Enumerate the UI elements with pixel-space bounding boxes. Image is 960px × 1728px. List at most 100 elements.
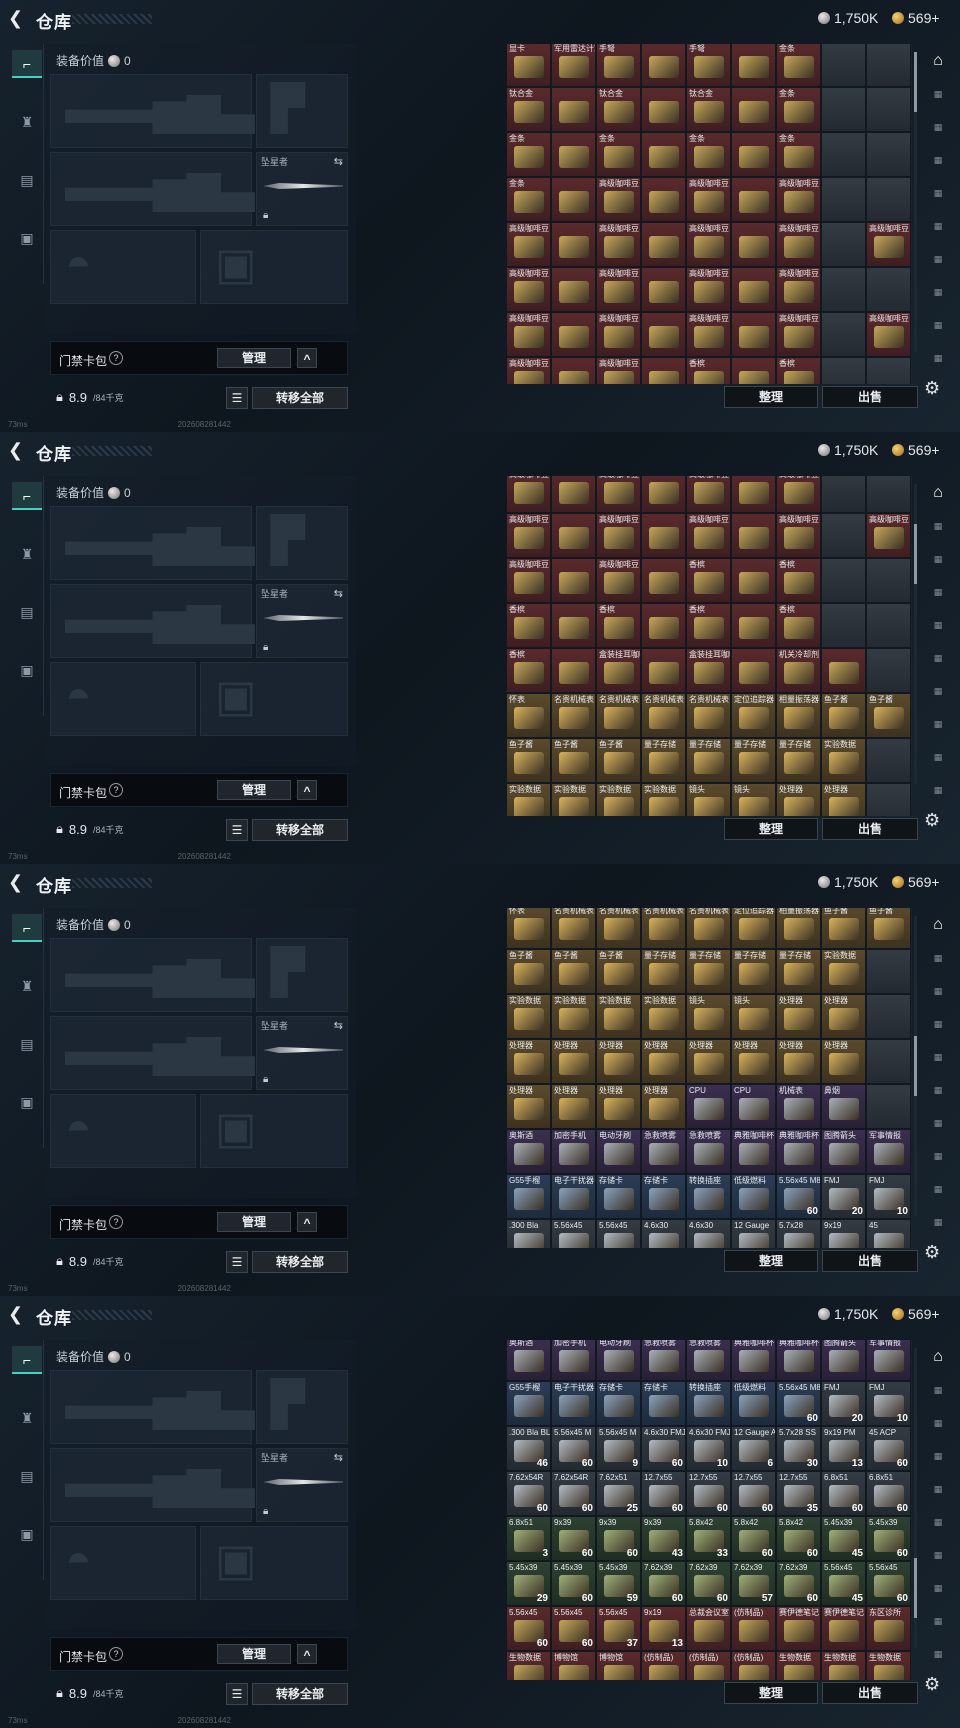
inventory-cell[interactable]: 鱼子酱 xyxy=(506,738,551,783)
weapon-icon[interactable]: ⌐ xyxy=(12,482,42,510)
inventory-cell[interactable]: 香槟 xyxy=(686,603,731,648)
inventory-cell[interactable] xyxy=(731,357,776,384)
inventory-cell[interactable]: 名贵机械表 xyxy=(551,908,596,949)
inventory-cell[interactable] xyxy=(551,603,596,648)
transfer-all-button[interactable]: 转移全部 xyxy=(252,1251,348,1273)
inventory-cell[interactable]: .300 Bla BLK 46 xyxy=(506,1426,551,1471)
melee-slot[interactable]: 坠星者 🔒︎ ⇆ xyxy=(256,152,348,226)
inventory-cell[interactable]: 45 ACP 60 xyxy=(866,1426,911,1471)
inventory-cell[interactable]: 高级咖啡豆 xyxy=(506,312,551,357)
inventory-cell[interactable] xyxy=(866,476,911,513)
collapse-button[interactable]: ^ xyxy=(297,348,317,368)
category-icon[interactable]: ▦ xyxy=(924,1176,952,1202)
clipboard-icon[interactable]: ▤ xyxy=(12,1030,42,1058)
briefcase-icon[interactable]: ▣ xyxy=(12,656,42,684)
inventory-cell[interactable]: 图腾箭头 xyxy=(821,1340,866,1381)
inventory-cell[interactable]: 存储卡 xyxy=(641,1381,686,1426)
inventory-cell[interactable]: 7.62x51 25 xyxy=(596,1471,641,1516)
inventory-cell[interactable]: 军用雷达计算机 xyxy=(551,44,596,87)
inventory-cell[interactable]: 高级咖啡豆 xyxy=(596,558,641,603)
category-icon[interactable]: ▦ xyxy=(924,1641,952,1667)
category-icon[interactable]: ▦ xyxy=(924,1509,952,1535)
category-icon[interactable]: ▦ xyxy=(924,1575,952,1601)
category-icon[interactable]: ▦ xyxy=(924,279,952,305)
inventory-cell[interactable]: 高级咖啡豆 xyxy=(596,312,641,357)
inventory-cell[interactable] xyxy=(821,222,866,267)
inventory-cell[interactable] xyxy=(866,267,911,312)
inventory-cell[interactable]: 5.56x45 37 xyxy=(596,1606,641,1651)
inventory-cell[interactable] xyxy=(641,44,686,87)
inventory-cell[interactable] xyxy=(731,87,776,132)
inventory-cell[interactable]: 东区诊所 xyxy=(866,1606,911,1651)
primary-weapon-slot[interactable]: ▬▬▅▆▃ xyxy=(50,1370,255,1444)
inventory-cell[interactable] xyxy=(866,783,911,816)
inventory-cell[interactable]: 5.56x45 M855 60 xyxy=(776,1381,821,1426)
inventory-cell[interactable]: 鱼子酱 xyxy=(596,738,641,783)
inventory-cell[interactable] xyxy=(641,476,686,513)
inventory-cell[interactable]: 镜头 xyxy=(686,783,731,816)
inventory-cell[interactable]: 钛合金 xyxy=(506,87,551,132)
category-all-icon[interactable]: ⌂ xyxy=(924,48,952,74)
melee-slot[interactable]: 坠星者 🔒︎ ⇆ xyxy=(256,1448,348,1522)
inventory-cell[interactable]: 4.6x30 FMJ 10 xyxy=(686,1426,731,1471)
category-icon[interactable]: ▦ xyxy=(924,1209,952,1235)
inventory-cell[interactable] xyxy=(866,994,911,1039)
inventory-cell[interactable] xyxy=(731,603,776,648)
inventory-cell[interactable]: FMJ 10 xyxy=(866,1174,911,1219)
inventory-cell[interactable] xyxy=(641,558,686,603)
inventory-cell[interactable]: 急救喷雾 xyxy=(686,1129,731,1174)
weapon-icon[interactable]: ⌐ xyxy=(12,50,42,78)
category-icon[interactable]: ▦ xyxy=(924,213,952,239)
inventory-cell[interactable]: 5.8x42 60 xyxy=(776,1516,821,1561)
inventory-cell[interactable]: 生物数据 xyxy=(866,1651,911,1680)
inventory-cell[interactable]: 5.45x39 60 xyxy=(551,1561,596,1606)
secondary-weapon-slot[interactable]: ▬▬▅▆▃ xyxy=(50,1448,255,1522)
inventory-cell[interactable]: G55手榴 xyxy=(506,1381,551,1426)
briefcase-icon[interactable]: ▣ xyxy=(12,1520,42,1548)
inventory-cell[interactable]: 高级咖啡豆 xyxy=(506,222,551,267)
inventory-cell[interactable]: 高级咖啡豆 xyxy=(686,267,731,312)
helmet-icon[interactable]: ♜ xyxy=(12,1404,42,1432)
sort-button[interactable]: 整理 xyxy=(724,818,818,840)
inventory-cell[interactable]: 生物数据 xyxy=(506,1651,551,1680)
inventory-cell[interactable]: 高级咖啡豆 xyxy=(776,177,821,222)
melee-slot[interactable]: 坠星者 🔒︎ ⇆ xyxy=(256,1016,348,1090)
inventory-cell[interactable]: 5.45x39 59 xyxy=(596,1561,641,1606)
inventory-cell[interactable] xyxy=(866,132,911,177)
inventory-cell[interactable]: 名贵机械表 xyxy=(596,908,641,949)
inventory-cell[interactable]: 鱼子酱 xyxy=(821,908,866,949)
category-icon[interactable]: ▦ xyxy=(924,345,952,371)
category-icon[interactable]: ▦ xyxy=(924,513,952,539)
inventory-cell[interactable]: FMJ 20 xyxy=(821,1381,866,1426)
primary-weapon-slot[interactable]: ▬▬▅▆▃ xyxy=(50,938,255,1012)
inventory-cell[interactable]: 典雅咖啡杯 xyxy=(731,1129,776,1174)
inventory-cell[interactable]: 处理器 xyxy=(596,1039,641,1084)
inventory-cell[interactable]: 生物数据 xyxy=(821,1651,866,1680)
inventory-cell[interactable]: 5.56x45 60 xyxy=(866,1561,911,1606)
inventory-cell[interactable] xyxy=(821,44,866,87)
help-icon[interactable]: ? xyxy=(109,351,123,365)
inventory-cell[interactable]: 鱼子酱 xyxy=(596,949,641,994)
inventory-cell[interactable]: 5.45x39 45 xyxy=(821,1516,866,1561)
inventory-cell[interactable]: 存储卡 xyxy=(641,1174,686,1219)
inventory-cell[interactable] xyxy=(551,513,596,558)
inventory-cell[interactable]: 7.62x39 57 xyxy=(731,1561,776,1606)
pistol-slot[interactable]: ▛ xyxy=(256,506,348,580)
inventory-cell[interactable] xyxy=(731,44,776,87)
inventory-cell[interactable]: 处理器 xyxy=(821,1039,866,1084)
inventory-cell[interactable]: 处理器 xyxy=(821,994,866,1039)
inventory-cell[interactable]: 高级咖啡豆 xyxy=(686,513,731,558)
weapon-icon[interactable]: ⌐ xyxy=(12,914,42,942)
inventory-cell[interactable]: .300 Bla xyxy=(506,1219,551,1248)
inventory-cell[interactable]: 相量振荡器 xyxy=(776,693,821,738)
inventory-cell[interactable] xyxy=(821,558,866,603)
inventory-cell[interactable]: 转换插座 xyxy=(686,1381,731,1426)
inventory-scrollbar[interactable] xyxy=(914,1348,917,1648)
scrollbar-thumb[interactable] xyxy=(914,524,917,584)
inventory-cell[interactable]: G55手榴 xyxy=(506,1174,551,1219)
inventory-cell[interactable]: 处理器 xyxy=(641,1084,686,1129)
inventory-cell[interactable]: 6.8x51 60 xyxy=(866,1471,911,1516)
inventory-cell[interactable]: 钛合金 xyxy=(686,87,731,132)
swap-icon[interactable]: ⇆ xyxy=(334,587,343,600)
inventory-cell[interactable]: 鱼子酱 xyxy=(821,693,866,738)
